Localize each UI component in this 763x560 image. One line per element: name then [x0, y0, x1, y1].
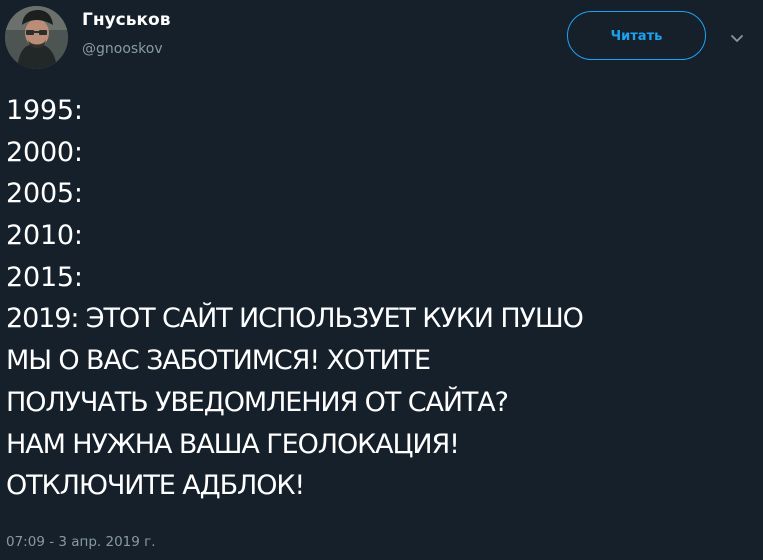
tweet-line: ОТКЛЮЧИТЕ АДБЛОК! — [6, 470, 305, 502]
tweet-line: МЫ О ВАС ЗАБОТИМСЯ! ХОТИТЕ — [6, 345, 431, 377]
tweet-line: НАМ НУЖНА ВАША ГЕОЛОКАЦИЯ! — [6, 428, 460, 460]
tweet-line: 2019: ЭТОТ САЙТ ИСПОЛЬЗУЕТ КУКИ ПУШО — [6, 303, 584, 335]
tweet-line: 2000: — [6, 136, 83, 168]
tweet-line: 2005: — [6, 178, 83, 210]
tweet-line: 2010: — [6, 220, 83, 252]
tweet-line: 2015: — [6, 261, 83, 293]
more-options-button[interactable] — [727, 28, 747, 48]
chevron-down-icon — [731, 35, 743, 42]
user-name[interactable]: Гнуськов — [82, 9, 170, 31]
tweet-timestamp[interactable]: 07:09 - 3 апр. 2019 г. — [6, 533, 156, 551]
follow-button[interactable]: Читать — [567, 11, 706, 60]
tweet-header: Гнуськов @gnooskov Читать — [0, 0, 763, 80]
avatar-image — [5, 6, 68, 69]
user-handle[interactable]: @gnooskov — [82, 40, 163, 58]
tweet-line: ПОЛУЧАТЬ УВЕДОМЛЕНИЯ ОТ САЙТА? — [6, 386, 509, 418]
tweet-text: 1995: 2000: 2005: 2010: 2015: 2019: ЭТОТ… — [6, 90, 756, 507]
avatar[interactable] — [5, 6, 68, 69]
tweet-card: Гнуськов @gnooskov Читать 1995: 2000: 20… — [0, 0, 763, 560]
tweet-line: 1995: — [6, 95, 83, 126]
